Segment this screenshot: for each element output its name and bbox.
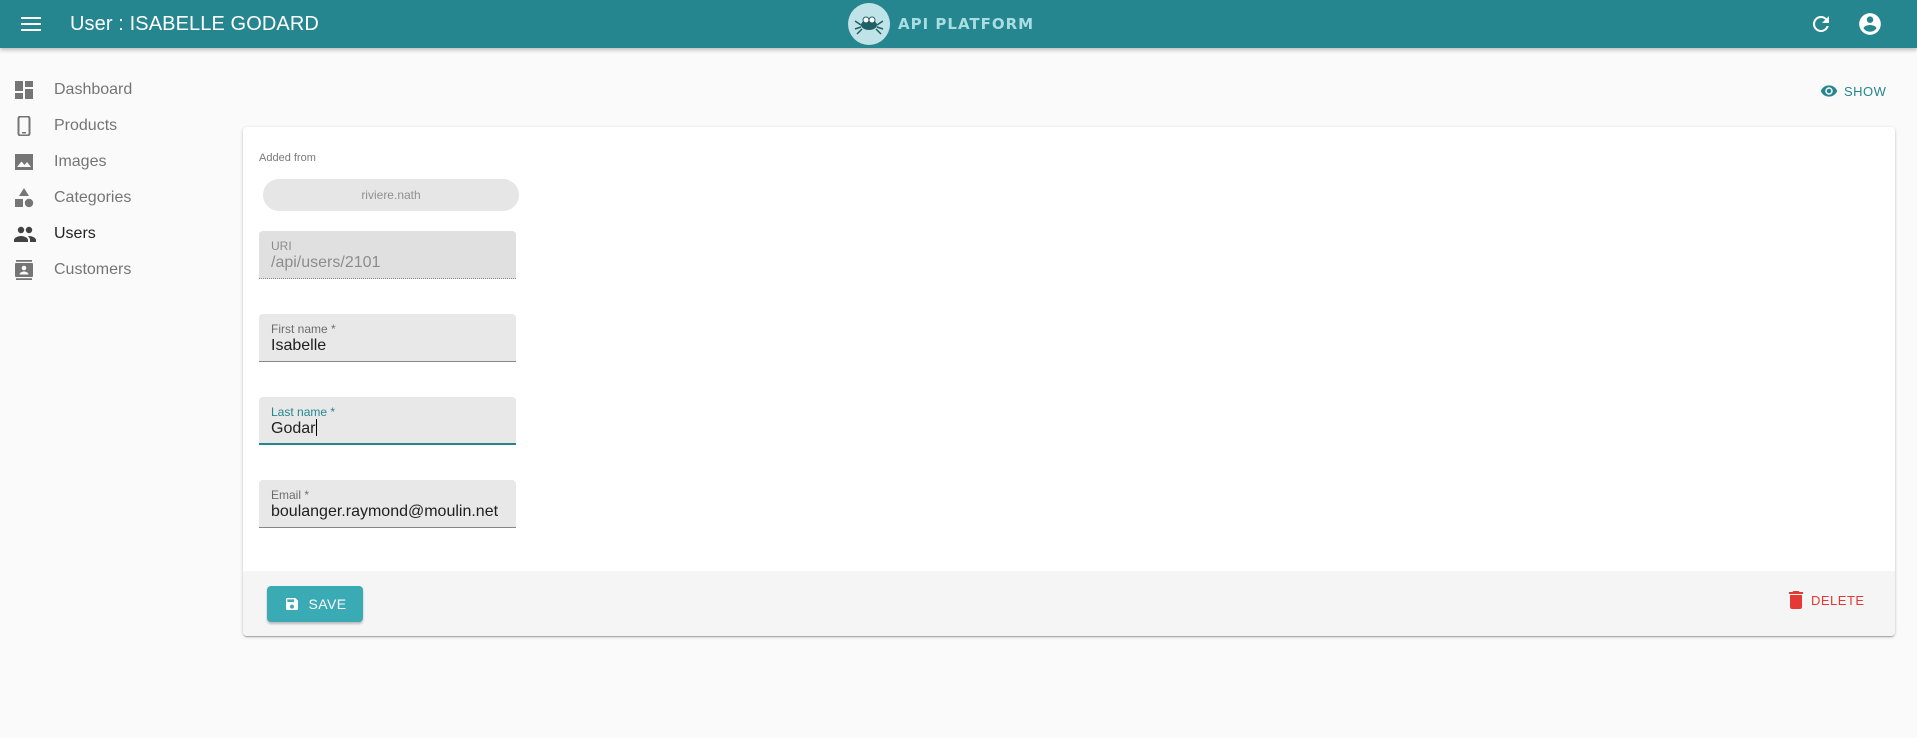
spider-logo-icon [848,3,890,45]
people-icon [14,224,36,244]
last-name-label: Last name * [271,405,336,419]
delete-button-label: DELETE [1811,592,1865,608]
first-name-field[interactable]: First name * Isabelle [259,314,516,362]
smartphone-icon [14,115,34,137]
menu-icon[interactable] [18,11,44,37]
contacts-icon [14,260,34,280]
api-platform-logo: API PLATFORM [848,3,1034,45]
sidebar-item-label: Dashboard [54,81,133,98]
sidebar-item-products[interactable]: Products [0,108,230,144]
save-button-label: SAVE [308,596,347,612]
save-button[interactable]: SAVE [267,586,363,622]
logo-text: API PLATFORM [898,15,1035,33]
sidebar-item-label: Customers [54,261,132,278]
form-toolbar: SAVE DELETE [243,571,1895,636]
page-title: User : ISABELLE GODARD [70,13,319,35]
dashboard-icon [14,80,34,100]
sidebar-item-customers[interactable]: Customers [0,252,230,288]
save-icon [285,598,298,610]
sidebar-item-users[interactable]: Users [0,216,230,252]
image-icon [14,152,34,172]
sidebar-item-label: Images [54,153,107,170]
account-circle-icon[interactable] [1857,11,1883,37]
uri-value: /api/users/2101 [271,254,381,271]
added-from-chip[interactable]: riviere.nath [263,179,519,211]
delete-icon [1789,591,1803,609]
sidebar-item-images[interactable]: Images [0,144,230,180]
category-icon [14,188,34,208]
email-input[interactable]: boulanger.raymond@moulin.net [271,502,511,522]
sidebar: Dashboard Products Images Categories Use… [0,72,230,288]
show-button-label: SHOW [1844,83,1887,99]
uri-field: URI /api/users/2101 [259,231,516,279]
email-field[interactable]: Email * boulanger.raymond@moulin.net [259,480,516,528]
app-bar: User : ISABELLE GODARD API PLATFORM [0,0,1917,48]
eye-icon [1820,85,1838,97]
show-button[interactable]: SHOW [1820,82,1886,100]
delete-button[interactable]: DELETE [1789,591,1865,609]
uri-label: URI [271,239,292,253]
last-name-input[interactable]: Godar [271,419,511,439]
first-name-label: First name * [271,322,336,336]
text-caret [316,419,318,436]
last-name-text: Godar [271,420,316,437]
sidebar-item-dashboard[interactable]: Dashboard [0,72,230,108]
edit-form-card: Added from riviere.nath URI /api/users/2… [243,127,1895,636]
email-label: Email * [271,488,310,502]
refresh-icon[interactable] [1809,12,1833,36]
last-name-field[interactable]: Last name * Godar [259,397,516,445]
sidebar-item-label: Users [54,225,96,242]
sidebar-item-categories[interactable]: Categories [0,180,230,216]
sidebar-item-label: Categories [54,189,132,206]
first-name-input[interactable]: Isabelle [271,336,511,356]
added-from-label: Added from [259,152,316,164]
sidebar-item-label: Products [54,117,118,134]
